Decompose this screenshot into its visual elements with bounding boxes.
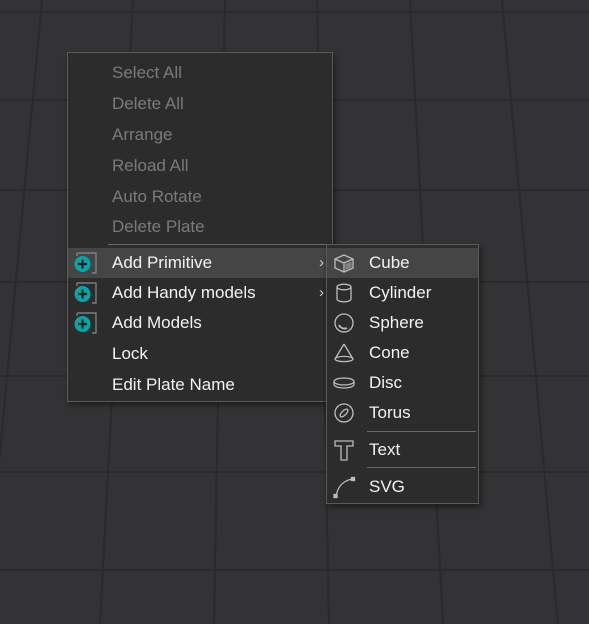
menu-item-add-handy-models[interactable]: Add Handy models › <box>68 278 332 308</box>
submenu-item-label: Cube <box>369 253 410 272</box>
menu-item-lock[interactable]: Lock <box>68 339 332 369</box>
menu-item-arrange[interactable]: Arrange <box>68 120 332 150</box>
menu-separator <box>367 431 476 432</box>
add-plus-icon <box>74 312 97 334</box>
submenu-arrow-icon: › <box>319 284 324 301</box>
menu-item-add-models[interactable]: Add Models <box>68 308 332 338</box>
submenu-item-label: Torus <box>369 403 411 422</box>
submenu-item-label: Cylinder <box>369 283 432 302</box>
submenu-item-label: Sphere <box>369 313 424 332</box>
submenu-item-label: Cone <box>369 343 410 362</box>
sphere-icon <box>334 313 354 333</box>
cylinder-icon <box>336 283 352 303</box>
disc-icon <box>333 377 355 389</box>
menu-item-label: Add Models <box>112 313 202 332</box>
menu-item-edit-plate-name[interactable]: Edit Plate Name <box>68 370 332 400</box>
primitive-submenu: Cube Cylinder Sphere Cone Disc Torus Tex… <box>326 244 479 504</box>
cone-icon <box>334 343 354 363</box>
submenu-item-cylinder[interactable]: Cylinder <box>327 278 478 308</box>
submenu-item-disc[interactable]: Disc <box>327 368 478 398</box>
submenu-item-label: SVG <box>369 477 405 496</box>
submenu-item-torus[interactable]: Torus <box>327 398 478 428</box>
menu-item-label: Arrange <box>112 125 173 144</box>
submenu-arrow-icon: › <box>319 254 324 271</box>
menu-item-label: Lock <box>112 344 148 363</box>
submenu-item-cube[interactable]: Cube <box>327 248 478 278</box>
submenu-item-label: Text <box>369 440 401 459</box>
menu-item-delete-all[interactable]: Delete All <box>68 89 332 119</box>
torus-icon <box>334 403 354 423</box>
menu-item-delete-plate[interactable]: Delete Plate <box>68 212 332 242</box>
svg-curve-icon <box>333 476 356 499</box>
submenu-item-label: Disc <box>369 373 403 392</box>
menu-separator <box>367 467 476 468</box>
menu-item-label: Auto Rotate <box>112 187 202 206</box>
menu-item-auto-rotate[interactable]: Auto Rotate <box>68 182 332 212</box>
menu-item-add-primitive[interactable]: Add Primitive › <box>68 248 332 278</box>
add-plus-icon <box>74 252 97 274</box>
add-plus-icon <box>74 282 97 304</box>
menu-item-label: Delete All <box>112 94 184 113</box>
menu-item-label: Select All <box>112 63 182 82</box>
menu-item-reload-all[interactable]: Reload All <box>68 151 332 181</box>
submenu-item-cone[interactable]: Cone <box>327 338 478 368</box>
menu-item-label: Reload All <box>112 156 189 175</box>
submenu-item-text[interactable]: Text <box>327 435 478 465</box>
text-icon <box>334 440 354 461</box>
menu-item-label: Edit Plate Name <box>112 375 235 394</box>
context-menu: Select All Delete All Arrange Reload All… <box>67 52 333 402</box>
menu-separator <box>108 244 332 245</box>
cube-icon <box>334 254 354 273</box>
menu-item-label: Add Primitive <box>112 253 213 272</box>
menu-item-label: Delete Plate <box>112 217 205 236</box>
menu-item-select-all[interactable]: Select All <box>68 58 332 88</box>
submenu-item-sphere[interactable]: Sphere <box>327 308 478 338</box>
menu-item-label: Add Handy models <box>112 283 256 302</box>
submenu-item-svg[interactable]: SVG <box>327 472 478 502</box>
